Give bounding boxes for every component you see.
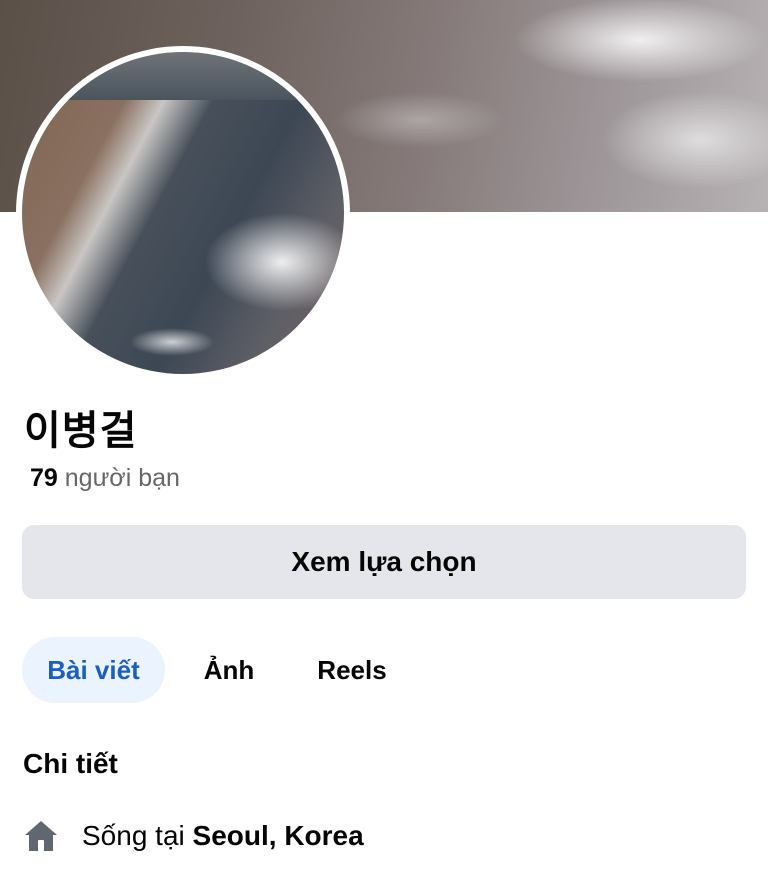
friends-count-label: người bạn xyxy=(64,464,180,492)
friends-count[interactable]: 79 người bạn xyxy=(30,464,180,493)
friends-count-number: 79 xyxy=(30,464,58,492)
details-title: Chi tiết xyxy=(23,748,118,779)
view-options-button[interactable]: Xem lựa chọn xyxy=(22,525,746,599)
detail-lives-in-text: Sống tại Seoul, Korea xyxy=(82,820,364,852)
tab-photos[interactable]: Ảnh xyxy=(190,637,268,703)
tab-posts[interactable]: Bài viết xyxy=(22,637,165,703)
tab-reels[interactable]: Reels xyxy=(300,637,404,703)
detail-lives-in: Sống tại Seoul, Korea xyxy=(23,812,364,860)
lives-in-prefix: Sống tại xyxy=(82,820,185,851)
profile-picture-frame xyxy=(16,46,350,380)
profile-name: 이병걸 xyxy=(24,409,138,453)
home-icon xyxy=(25,821,57,851)
profile-picture[interactable] xyxy=(22,52,344,374)
lives-in-place[interactable]: Seoul, Korea xyxy=(193,820,364,851)
